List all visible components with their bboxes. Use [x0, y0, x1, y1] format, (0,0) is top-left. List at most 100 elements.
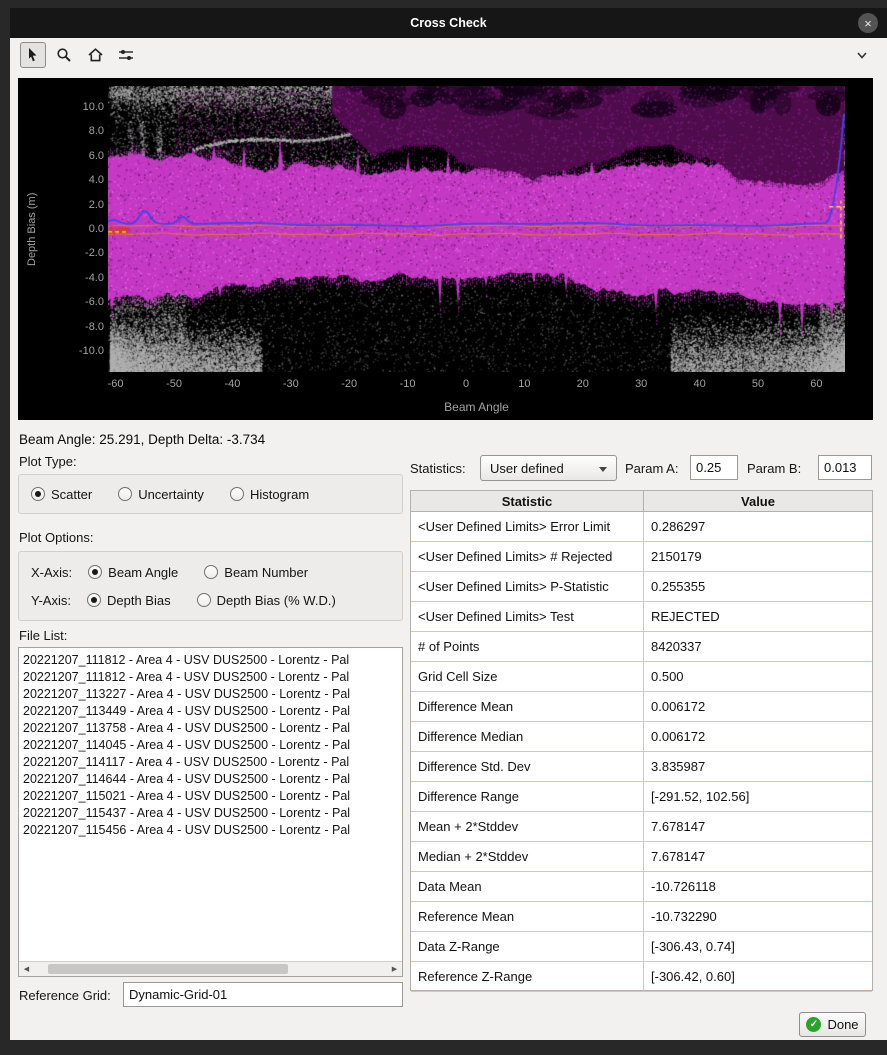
- file-list-item[interactable]: 20221207_114644 - Area 4 - USV DUS2500 -…: [23, 771, 402, 788]
- reference-grid-label: Reference Grid:: [19, 988, 111, 1003]
- statistics-selected-value: User defined: [490, 461, 564, 476]
- file-list-item[interactable]: 20221207_111812 - Area 4 - USV DUS2500 -…: [23, 652, 402, 669]
- stat-name-cell: # of Points: [411, 632, 644, 662]
- stat-value-cell: [-291.52, 102.56]: [644, 782, 872, 812]
- file-list-item[interactable]: 20221207_114117 - Area 4 - USV DUS2500 -…: [23, 754, 402, 771]
- stat-name-cell: Data Z-Range: [411, 932, 644, 962]
- done-button[interactable]: ✓ Done: [799, 1012, 866, 1037]
- plot-area[interactable]: Depth Bias (m) Beam Angle 10.08.06.04.02…: [18, 78, 873, 420]
- scroll-left-button[interactable]: ◀: [19, 962, 34, 976]
- horizontal-scrollbar[interactable]: ◀ ▶: [19, 961, 402, 976]
- stat-name-cell: <User Defined Limits> Error Limit: [411, 512, 644, 542]
- param-a-label: Param A:: [625, 461, 678, 476]
- x-axis-option-label: X-Axis:: [31, 565, 72, 580]
- cross-check-dialog: Cross Check × Depth Bias (m) Beam Angle …: [10, 8, 887, 1040]
- y-tick-label: -8.0: [64, 321, 104, 333]
- stat-value-cell: 0.006172: [644, 722, 872, 752]
- zoom-tool-button[interactable]: [51, 42, 77, 68]
- scrollbar-track[interactable]: [34, 962, 387, 976]
- file-list-item[interactable]: 20221207_114045 - Area 4 - USV DUS2500 -…: [23, 737, 402, 754]
- stat-value-cell: 0.500: [644, 662, 872, 692]
- stat-name-cell: Difference Range: [411, 782, 644, 812]
- file-list-item[interactable]: 20221207_115437 - Area 4 - USV DUS2500 -…: [23, 805, 402, 822]
- pointer-tool-button[interactable]: [20, 42, 46, 68]
- x-tick-label: -40: [214, 378, 250, 390]
- y-tick-label: -10.0: [64, 345, 104, 357]
- y-axis-radio-depth-bias-w-d[interactable]: Depth Bias (% W.D.): [197, 593, 336, 608]
- stats-table-header[interactable]: Value: [644, 491, 872, 512]
- file-list-item[interactable]: 20221207_113758 - Area 4 - USV DUS2500 -…: [23, 720, 402, 737]
- stat-value-cell: 7.678147: [644, 842, 872, 872]
- radio-indicator: [118, 487, 132, 501]
- radio-indicator: [88, 565, 102, 579]
- stat-value-cell: 0.255355: [644, 572, 872, 602]
- stat-value-cell: 2150179: [644, 542, 872, 572]
- radio-label: Uncertainty: [138, 487, 204, 502]
- stat-name-cell: Reference Z-Range: [411, 962, 644, 992]
- file-list-item[interactable]: 20221207_113449 - Area 4 - USV DUS2500 -…: [23, 703, 402, 720]
- radio-label: Scatter: [51, 487, 92, 502]
- scatter-plot-canvas[interactable]: [108, 86, 845, 372]
- y-axis-label: Depth Bias (m): [26, 86, 38, 372]
- home-icon: [87, 47, 104, 63]
- x-tick-label: 10: [506, 378, 542, 390]
- toolbar-expand-button[interactable]: [849, 42, 875, 68]
- plot-type-radio-uncertainty[interactable]: Uncertainty: [118, 487, 204, 502]
- param-b-label: Param B:: [747, 461, 801, 476]
- file-list-item[interactable]: 20221207_111812 - Area 4 - USV DUS2500 -…: [23, 669, 402, 686]
- x-axis-label: Beam Angle: [108, 400, 845, 414]
- scroll-right-button[interactable]: ▶: [387, 962, 402, 976]
- reference-grid-input[interactable]: [123, 982, 403, 1007]
- scrollbar-thumb[interactable]: [48, 964, 288, 974]
- stat-name-cell: Difference Std. Dev: [411, 752, 644, 782]
- x-axis-radio-beam-angle[interactable]: Beam Angle: [88, 565, 178, 580]
- y-axis-radio-depth-bias[interactable]: Depth Bias: [87, 593, 171, 608]
- file-list-item[interactable]: 20221207_115021 - Area 4 - USV DUS2500 -…: [23, 788, 402, 805]
- x-tick-label: 30: [623, 378, 659, 390]
- close-button[interactable]: ×: [858, 13, 878, 33]
- stat-name-cell: <User Defined Limits> P-Statistic: [411, 572, 644, 602]
- radio-label: Depth Bias: [107, 593, 171, 608]
- plot-type-radio-scatter[interactable]: Scatter: [31, 487, 92, 502]
- stats-table-header[interactable]: Statistic: [411, 491, 644, 512]
- statistics-select[interactable]: User defined: [480, 455, 617, 481]
- y-tick-label: 6.0: [64, 150, 104, 162]
- x-tick-label: 40: [682, 378, 718, 390]
- y-tick-label: -2.0: [64, 247, 104, 259]
- radio-indicator: [230, 487, 244, 501]
- stat-value-cell: 0.006172: [644, 692, 872, 722]
- stat-value-cell: 3.835987: [644, 752, 872, 782]
- pointer-icon: [25, 47, 41, 63]
- x-axis-radio-beam-number[interactable]: Beam Number: [204, 565, 308, 580]
- plot-type-group: Scatter Uncertainty Histogram: [18, 474, 403, 514]
- radio-indicator: [87, 593, 101, 607]
- param-b-input[interactable]: [818, 455, 872, 480]
- plot-options-label: Plot Options:: [19, 530, 93, 545]
- radio-label: Beam Number: [224, 565, 308, 580]
- x-tick-label: 0: [448, 378, 484, 390]
- search-icon: [56, 47, 72, 63]
- radio-label: Depth Bias (% W.D.): [217, 593, 336, 608]
- window-title: Cross Check: [410, 16, 486, 30]
- stat-name-cell: Grid Cell Size: [411, 662, 644, 692]
- sliders-icon: [117, 47, 135, 63]
- file-list-item[interactable]: 20221207_113227 - Area 4 - USV DUS2500 -…: [23, 686, 402, 703]
- radio-indicator: [31, 487, 45, 501]
- adjust-tool-button[interactable]: [113, 42, 139, 68]
- param-a-input[interactable]: [690, 455, 738, 480]
- radio-label: Beam Angle: [108, 565, 178, 580]
- titlebar[interactable]: Cross Check ×: [10, 8, 887, 38]
- home-tool-button[interactable]: [82, 42, 108, 68]
- file-list-item[interactable]: 20221207_115456 - Area 4 - USV DUS2500 -…: [23, 822, 402, 839]
- x-tick-label: -10: [390, 378, 426, 390]
- y-tick-label: 8.0: [64, 125, 104, 137]
- stat-name-cell: Median + 2*Stddev: [411, 842, 644, 872]
- y-tick-label: 10.0: [64, 101, 104, 113]
- plot-type-label: Plot Type:: [19, 454, 77, 469]
- check-icon: ✓: [806, 1017, 821, 1032]
- y-tick-label: -6.0: [64, 296, 104, 308]
- plot-type-radio-histogram[interactable]: Histogram: [230, 487, 309, 502]
- y-tick-label: 4.0: [64, 174, 104, 186]
- stat-name-cell: <User Defined Limits> # Rejected: [411, 542, 644, 572]
- file-list[interactable]: 20221207_111812 - Area 4 - USV DUS2500 -…: [18, 647, 403, 977]
